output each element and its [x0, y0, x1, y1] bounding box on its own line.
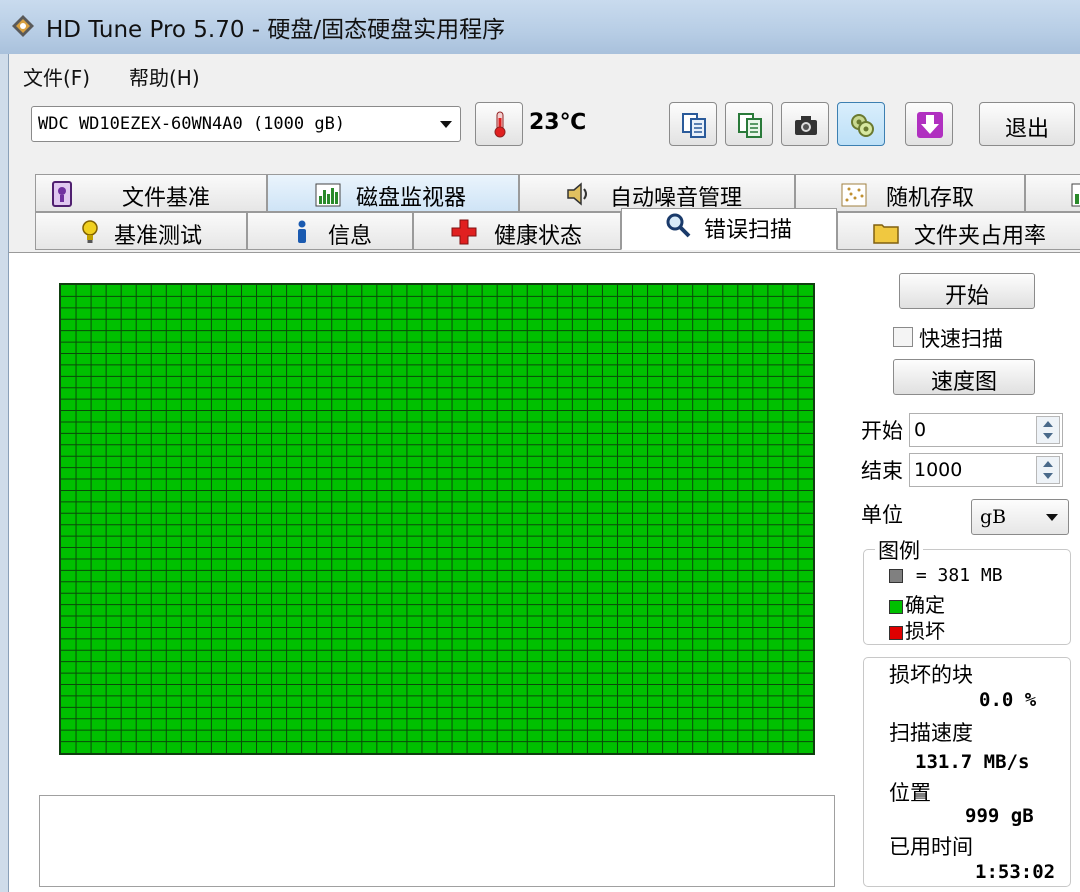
elapsed-time-label: 已用时间	[889, 835, 973, 859]
tab-random-access[interactable]: 随机存取	[795, 174, 1025, 212]
end-spinner[interactable]	[1036, 456, 1060, 484]
tab-label: 信息	[328, 224, 373, 249]
tab-label: 健康状态	[494, 224, 583, 249]
legend-bad-text: 损坏	[905, 619, 945, 643]
legend-ok-text: 确定	[905, 593, 945, 617]
speed-map-button[interactable]: 速度图	[893, 359, 1035, 395]
chart-icon	[1071, 183, 1080, 207]
tab-error-scan[interactable]: 错误扫描	[621, 208, 837, 250]
scan-speed-value: 131.7 MB/s	[915, 751, 1030, 773]
legend-block-size: = 381 MB	[889, 565, 1003, 586]
legend-title: 图例	[875, 535, 923, 565]
chevron-down-icon	[1046, 514, 1058, 521]
hdtune-app-icon[interactable]	[10, 13, 36, 39]
quick-scan-checkbox[interactable]	[893, 327, 913, 347]
chevron-down-icon	[440, 121, 452, 128]
elapsed-time-value: 1:53:02	[975, 861, 1056, 883]
tab-folder-usage[interactable]: 文件夹占用率	[837, 212, 1080, 250]
green-swatch	[889, 599, 903, 614]
damaged-blocks-value: 0.0 %	[979, 689, 1037, 711]
unit-select[interactable]: gB	[971, 499, 1069, 535]
start-spinner[interactable]	[1036, 416, 1060, 444]
tab-aam[interactable]: 自动噪音管理	[519, 174, 795, 212]
start-position-input[interactable]: 0	[909, 413, 1063, 447]
tab-label: 磁盘监视器	[356, 186, 467, 211]
tab-label: 文件基准	[122, 186, 211, 211]
end-position-input[interactable]: 1000	[909, 453, 1063, 487]
scan-speed-label: 扫描速度	[889, 721, 973, 745]
error-scan-panel: 开始 快速扫描 速度图 开始 0 结束 1000 单位 gB 图例 = 381 …	[8, 252, 1080, 892]
tab-disk-monitor[interactable]: 磁盘监视器	[267, 174, 519, 212]
folder-icon	[873, 224, 899, 244]
damaged-blocks-label: 损坏的块	[889, 663, 973, 687]
spin-up-icon[interactable]	[1043, 421, 1053, 427]
tab-label: 基准测试	[114, 224, 203, 249]
drive-select-value: WDC WD10EZEX-60WN4A0 (1000 gB)	[38, 114, 346, 134]
red-swatch	[889, 625, 903, 640]
menu-file[interactable]: 文件(F)	[23, 62, 90, 91]
camera-icon	[795, 116, 817, 135]
menu-help[interactable]: 帮助(H)	[129, 62, 200, 91]
spin-down-icon[interactable]	[1043, 473, 1053, 479]
menu-bar: 文件(F) 帮助(H)	[8, 54, 1080, 94]
info-icon	[298, 220, 306, 243]
options-button[interactable]	[837, 102, 885, 146]
temperature-button[interactable]	[475, 102, 523, 146]
legend-bad: 损坏	[889, 615, 945, 644]
start-label: 开始	[861, 419, 903, 443]
unit-select-value: gB	[980, 506, 1007, 528]
download-arrow-icon	[917, 112, 943, 138]
tab-more[interactable]	[1025, 174, 1080, 212]
copy-icon	[682, 113, 706, 138]
tab-label: 随机存取	[886, 186, 975, 211]
lightbulb-icon	[82, 220, 98, 243]
copy-all-icon	[738, 113, 762, 138]
temperature-value: 23℃	[529, 110, 587, 135]
position-label: 位置	[889, 781, 931, 805]
spin-up-icon[interactable]	[1043, 461, 1053, 467]
screenshot-button[interactable]	[781, 102, 829, 146]
options-icon	[851, 114, 874, 137]
legend-block-size-text: = 381 MB	[915, 565, 1003, 586]
save-button[interactable]	[905, 102, 953, 146]
scatter-chart-icon	[841, 183, 867, 207]
copy-all-button[interactable]	[725, 102, 773, 146]
spin-down-icon[interactable]	[1043, 433, 1053, 439]
copy-info-button[interactable]	[669, 102, 717, 146]
drive-select[interactable]: WDC WD10EZEX-60WN4A0 (1000 gB)	[31, 106, 461, 142]
tab-health[interactable]: 健康状态	[413, 212, 621, 250]
scan-log[interactable]	[39, 795, 835, 887]
block-grid	[61, 285, 813, 753]
red-cross-icon	[451, 219, 477, 245]
end-position-value: 1000	[914, 459, 963, 481]
tab-label: 文件夹占用率	[914, 224, 1047, 249]
tab-file-benchmark[interactable]: 文件基准	[35, 174, 267, 212]
gray-swatch	[889, 569, 903, 583]
block-map	[59, 283, 815, 755]
end-label: 结束	[861, 459, 903, 483]
tab-benchmark[interactable]: 基准测试	[35, 212, 247, 250]
window-title: HD Tune Pro 5.70 - 硬盘/固态硬盘实用程序	[46, 17, 506, 43]
toolbar: WDC WD10EZEX-60WN4A0 (1000 gB) 23℃ 退出	[8, 94, 1080, 166]
start-position-value: 0	[914, 419, 927, 441]
magnifier-icon	[666, 213, 691, 238]
exit-button[interactable]: 退出	[979, 102, 1075, 146]
quick-scan-label: 快速扫描	[919, 327, 1003, 351]
bar-chart-icon	[315, 183, 341, 207]
title-bar: HD Tune Pro 5.70 - 硬盘/固态硬盘实用程序	[0, 0, 1080, 54]
legend-ok: 确定	[889, 589, 945, 618]
tab-label: 错误扫描	[704, 218, 793, 243]
position-value: 999 gB	[965, 805, 1034, 827]
speaker-icon	[567, 182, 587, 206]
tab-info[interactable]: 信息	[247, 212, 413, 250]
file-benchmark-icon	[52, 181, 72, 207]
unit-label: 单位	[861, 503, 903, 527]
tab-strip: 文件基准 磁盘监视器 自动噪音管理 随机存取 基准测试 信息 健康状态 错误扫描…	[8, 166, 1080, 252]
thermometer-icon	[494, 111, 506, 138]
start-scan-button[interactable]: 开始	[899, 273, 1035, 309]
